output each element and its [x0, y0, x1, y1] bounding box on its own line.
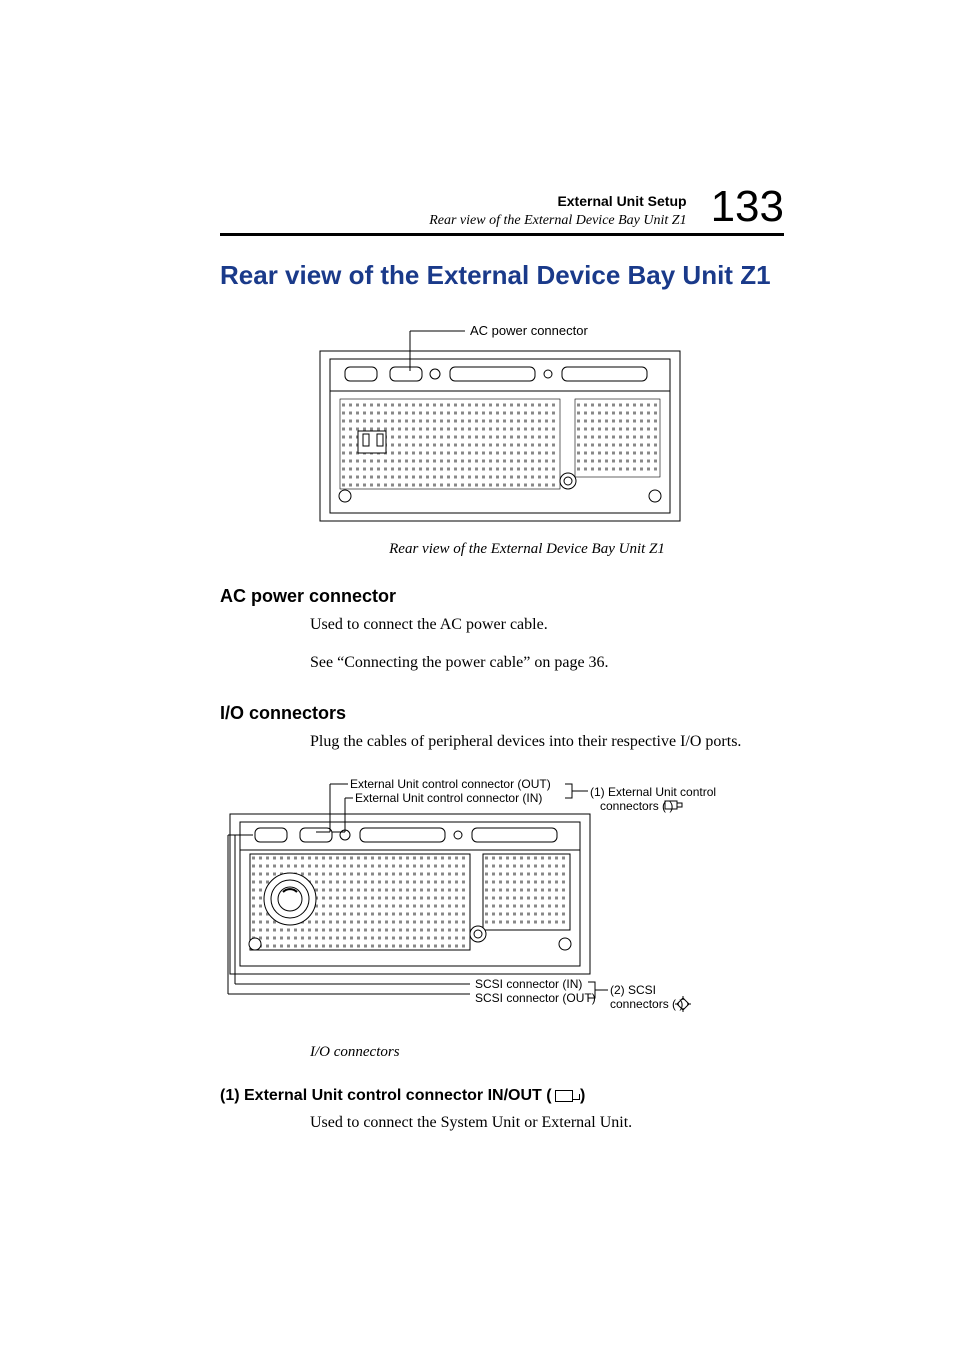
page-number: 133: [711, 185, 784, 229]
fig2-label-ctrl-out: External Unit control connector (OUT): [350, 777, 551, 791]
page: External Unit Setup Rear view of the Ext…: [0, 0, 954, 1351]
io-connectors-diagram: External Unit control connector (OUT) Ex…: [220, 774, 780, 1034]
heading-ext-ctrl-pre: (1) External Unit control connector IN/O…: [220, 1087, 552, 1104]
io-p1: Plug the cables of peripheral devices in…: [310, 730, 784, 754]
rear-view-diagram: AC power connector: [310, 321, 710, 531]
fig2-label-ctrl-in: External Unit control connector (IN): [355, 791, 542, 805]
fig2-label-group2b: connectors ( ): [610, 997, 683, 1011]
section-ext-ctrl-body: Used to connect the System Unit or Exter…: [310, 1111, 784, 1135]
ac-p1: Used to connect the AC power cable.: [310, 613, 784, 637]
ext-ctrl-p1: Used to connect the System Unit or Exter…: [310, 1111, 784, 1135]
heading-ext-ctrl: (1) External Unit control connector IN/O…: [220, 1087, 784, 1105]
page-title: Rear view of the External Device Bay Uni…: [220, 260, 784, 291]
fig2-label-group2a: (2) SCSI: [610, 983, 656, 997]
fig2-label-scsi-out: SCSI connector (OUT): [475, 991, 596, 1005]
figure1-caption: Rear view of the External Device Bay Uni…: [270, 541, 784, 558]
fig2-label-group1a: (1) External Unit control: [590, 785, 716, 799]
fig2-label-group1b: connectors ( ): [600, 799, 673, 813]
section-ac-body: Used to connect the AC power cable. See …: [310, 613, 784, 675]
heading-ac-power: AC power connector: [220, 586, 784, 607]
connector-icon: [555, 1090, 573, 1102]
header-subtitle: Rear view of the External Device Bay Uni…: [429, 213, 686, 228]
ac-p2: See “Connecting the power cable” on page…: [310, 651, 784, 675]
section-io-body: Plug the cables of peripheral devices in…: [310, 730, 784, 754]
fig1-label-ac: AC power connector: [470, 323, 588, 338]
figure-rear-view: AC power connector: [310, 321, 784, 558]
heading-io: I/O connectors: [220, 703, 784, 724]
fig2-label-scsi-in: SCSI connector (IN): [475, 977, 582, 991]
page-header: External Unit Setup Rear view of the Ext…: [220, 185, 784, 236]
figure2-caption: I/O connectors: [310, 1044, 784, 1061]
header-chapter: External Unit Setup: [557, 193, 686, 209]
figure-io-connectors: External Unit control connector (OUT) Ex…: [220, 774, 784, 1061]
